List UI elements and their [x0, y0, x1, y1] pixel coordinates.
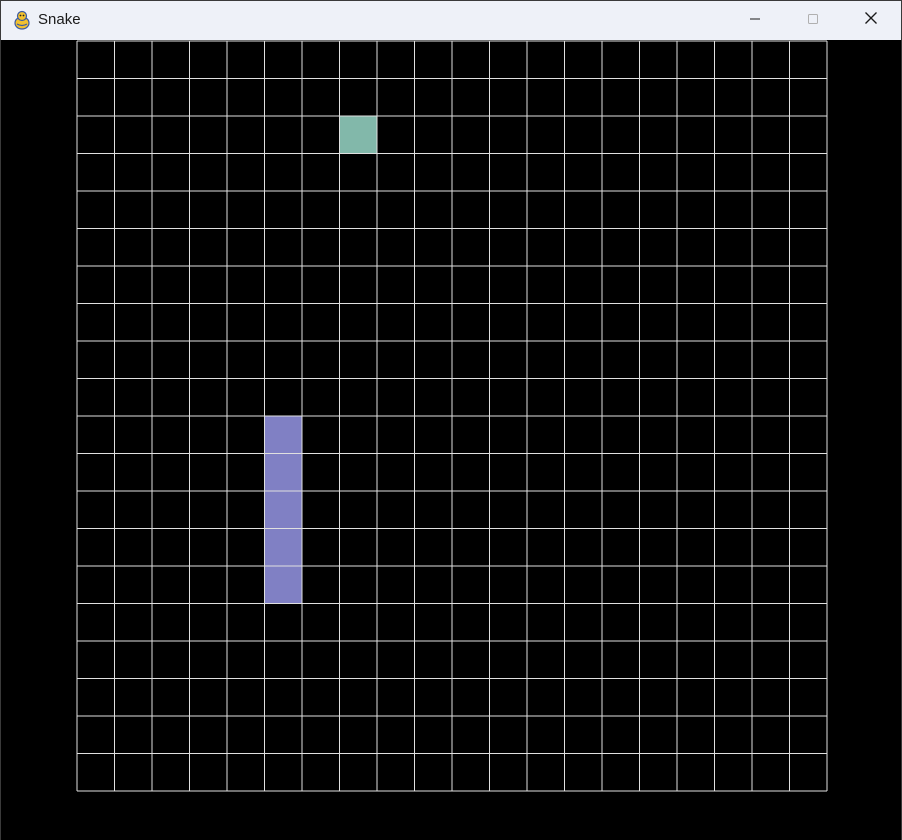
window-title: Snake — [38, 11, 81, 28]
snake-segment — [264, 453, 302, 491]
snake-segment — [264, 528, 302, 566]
game-canvas[interactable] — [1, 40, 901, 840]
maximize-button[interactable] — [790, 1, 836, 40]
maximize-icon — [807, 12, 819, 30]
title-bar[interactable]: Snake — [1, 1, 901, 40]
snake-segment — [264, 491, 302, 529]
food-cell — [339, 116, 377, 154]
minimize-button[interactable] — [732, 1, 778, 40]
game-board — [76, 40, 828, 792]
close-icon — [864, 11, 878, 30]
snake-segment — [264, 566, 302, 604]
close-button[interactable] — [848, 1, 894, 40]
pygame-snake-icon — [12, 10, 32, 30]
game-window: Snake — [0, 0, 902, 840]
snake-head — [264, 416, 302, 454]
minimize-icon — [749, 12, 761, 30]
